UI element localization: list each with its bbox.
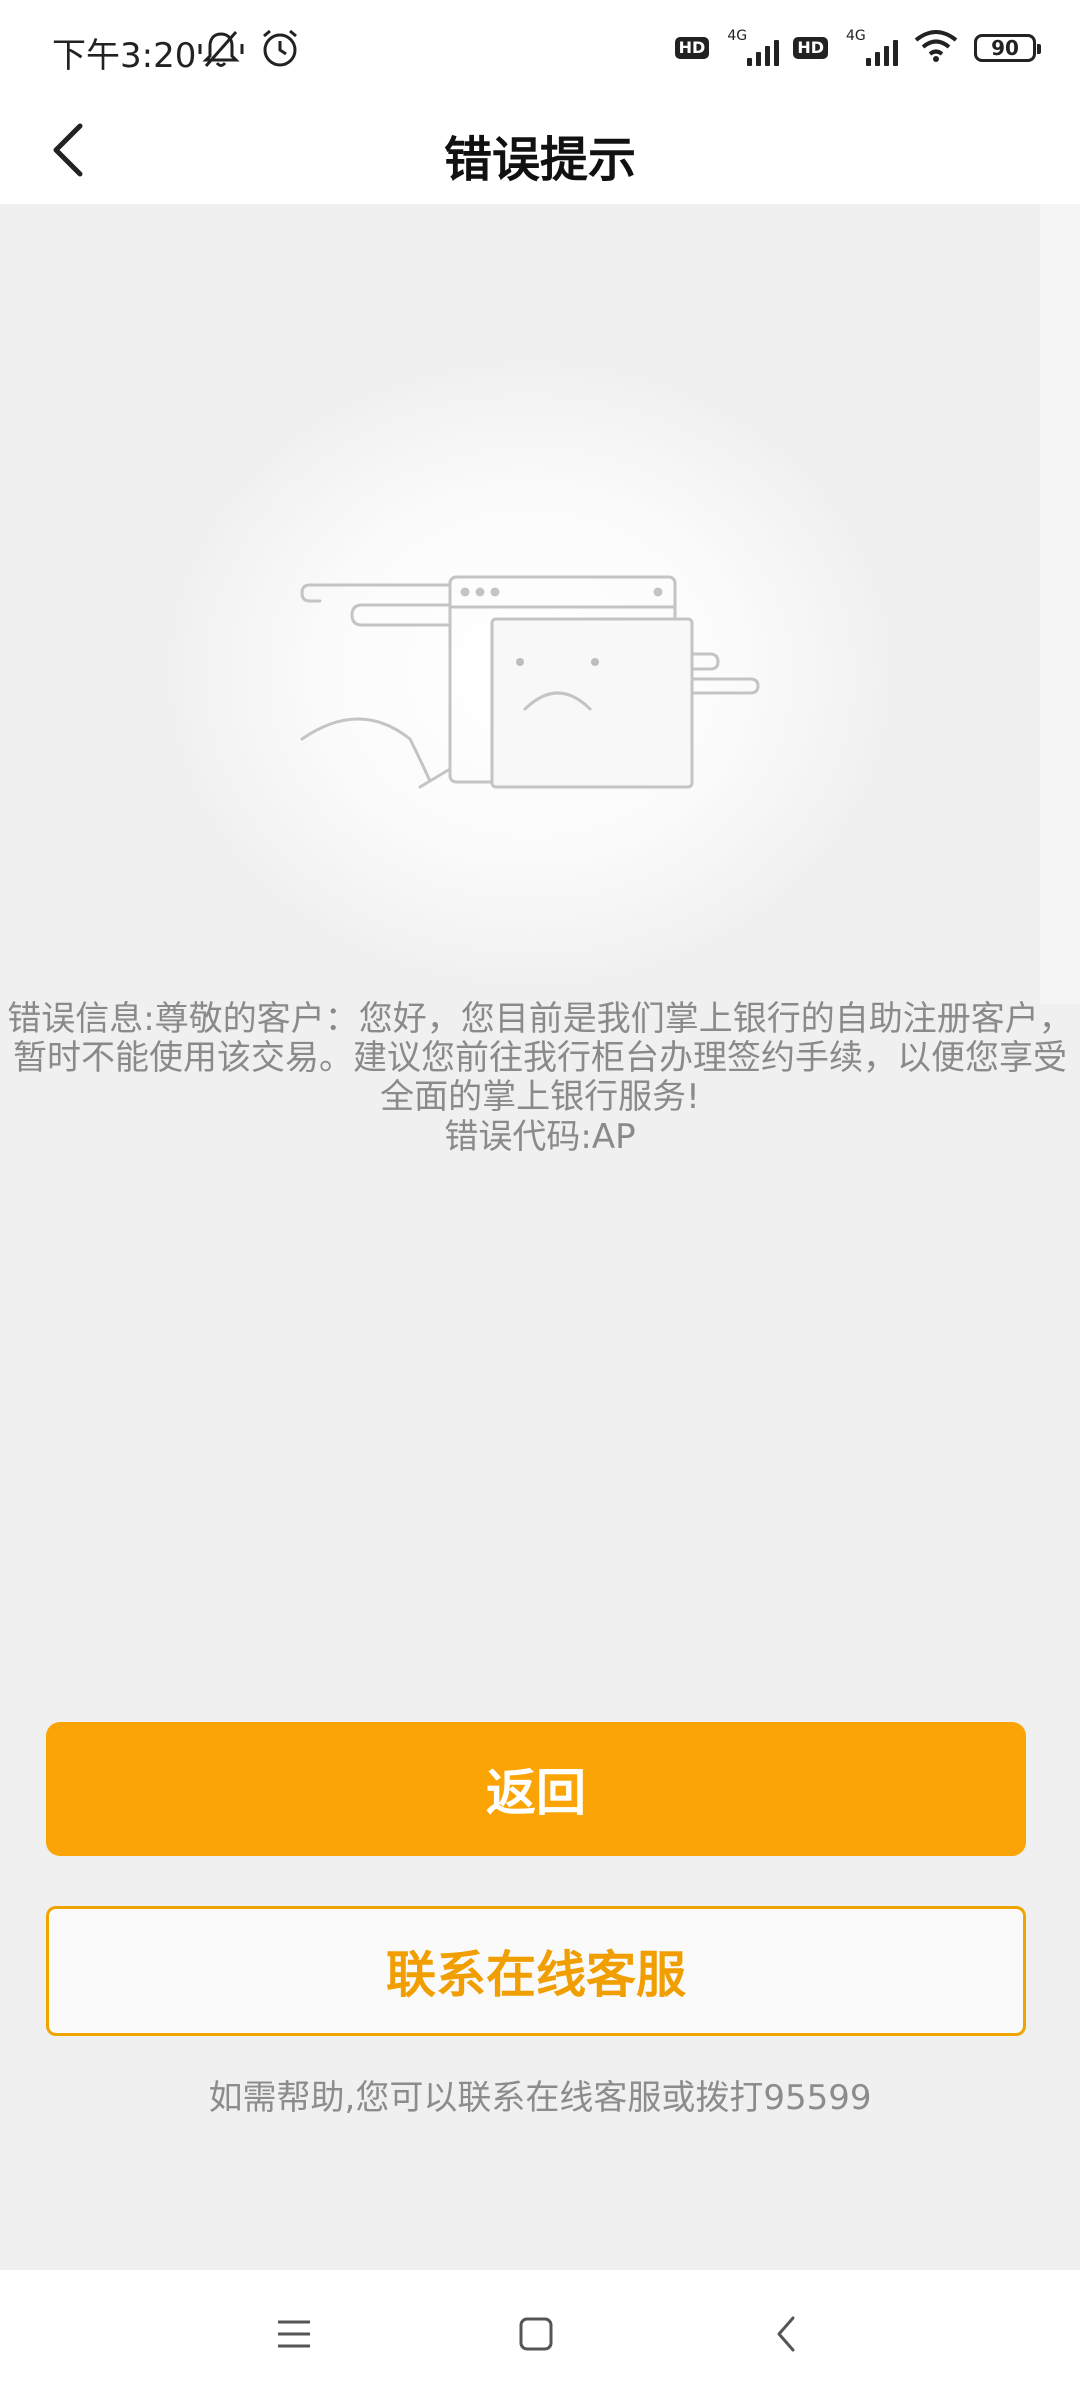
sad-window-illustration xyxy=(300,549,770,803)
menu-button[interactable] xyxy=(264,2306,324,2366)
error-message-line-1: 错误信息:尊敬的客户：您好，您目前是我们掌上银行的自助注册客户， xyxy=(7,999,1073,1039)
alarm-icon xyxy=(258,26,302,76)
back-icon xyxy=(771,2312,801,2360)
error-message: 错误信息:尊敬的客户：您好，您目前是我们掌上银行的自助注册客户， 暂时不能使用该… xyxy=(0,1000,1080,1117)
status-right-icons: HD 4G HD 4G 90 xyxy=(674,28,1041,68)
nav-header: 错误提示 xyxy=(0,100,1080,204)
error-code: 错误代码:AP xyxy=(444,1117,636,1157)
error-message-line-3: 全面的掌上银行服务! xyxy=(380,1077,700,1117)
contact-service-button[interactable]: 联系在线客服 xyxy=(46,1906,1026,2036)
status-left-icons xyxy=(198,26,302,76)
home-button[interactable] xyxy=(506,2306,566,2366)
signal-icon-2: 4G xyxy=(842,28,898,68)
page-title: 错误提示 xyxy=(443,132,636,188)
nav-back-button[interactable] xyxy=(756,2306,816,2366)
battery-level: 90 xyxy=(991,36,1019,60)
hd-badge-2: HD xyxy=(793,37,828,59)
mute-bell-icon xyxy=(198,26,244,76)
status-time: 下午3:20 xyxy=(52,36,197,76)
hd-badge: HD xyxy=(674,37,710,59)
system-nav-bar xyxy=(0,2270,1080,2400)
status-bar: 下午3:20 HD 4G HD 4G 90 xyxy=(0,0,1080,100)
home-icon xyxy=(516,2314,556,2358)
network-type-label: 4G xyxy=(727,28,748,44)
error-message-line-2: 暂时不能使用该交易。建议您前往我行柜台办理签约手续，以便您享受 xyxy=(13,1038,1067,1078)
menu-icon xyxy=(274,2316,314,2356)
right-strip xyxy=(1040,204,1080,1004)
return-button[interactable]: 返回 xyxy=(46,1722,1026,1856)
wifi-icon xyxy=(912,28,960,68)
help-text: 如需帮助,您可以联系在线客服或拨打95599 xyxy=(208,2078,872,2118)
signal-icon: 4G xyxy=(723,28,780,68)
illustration-area xyxy=(0,204,1040,1004)
network-type-label-2: 4G xyxy=(846,28,866,44)
battery-icon: 90 xyxy=(974,34,1041,62)
